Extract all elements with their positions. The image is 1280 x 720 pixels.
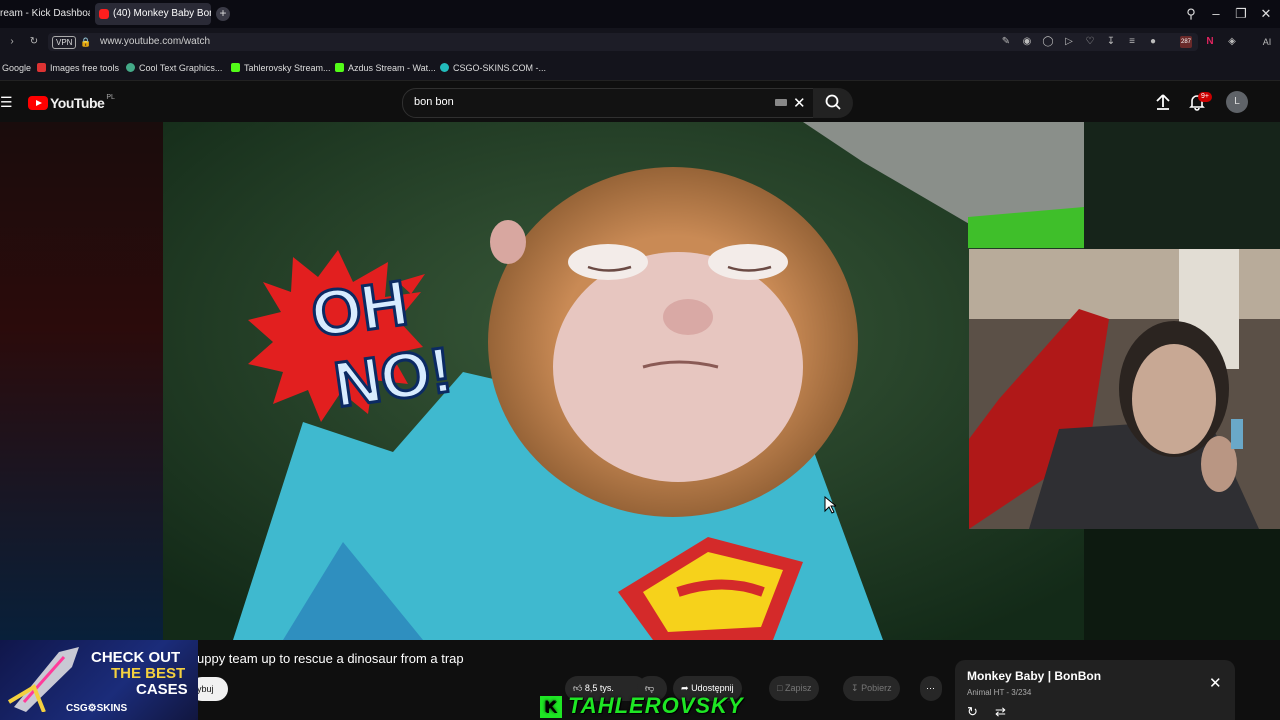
- edit-icon[interactable]: ✎: [1000, 36, 1012, 48]
- ai-button[interactable]: AI: [1256, 36, 1278, 48]
- video-player[interactable]: OH NO!: [163, 122, 1084, 640]
- kick-logo-icon: K: [540, 696, 562, 718]
- youtube-favicon-icon: [99, 9, 109, 19]
- avatar[interactable]: L: [1226, 91, 1248, 113]
- url-text[interactable]: www.youtube.com/watch: [100, 36, 210, 48]
- loop-icon[interactable]: ↻: [967, 704, 978, 720]
- bookmark-google[interactable]: Google: [2, 62, 31, 74]
- bookmark-favicon-icon: [126, 63, 135, 72]
- thumbs-down-icon: 👎︎: [645, 683, 655, 693]
- shield-icon[interactable]: ◯: [1042, 36, 1054, 48]
- menu-icon[interactable]: ≡: [1126, 36, 1138, 48]
- thumbs-up-icon: 👍︎: [573, 683, 583, 693]
- minimize-window-button[interactable]: –: [1208, 6, 1224, 21]
- download-icon: ↧: [851, 683, 859, 693]
- video-frame-monkey: OH NO!: [163, 122, 1084, 640]
- playlist-title[interactable]: Monkey Baby | BonBon: [967, 669, 1101, 683]
- tab-kick-dashboard[interactable]: ream - Kick Dashboard: [0, 3, 90, 25]
- kick-icon: [231, 63, 240, 72]
- ad-brand: CSG⚙SKINS: [66, 703, 128, 714]
- ambient-glow-left: [0, 122, 163, 640]
- address-bar: › ↻ VPN 🔒 www.youtube.com/watch ✎ ◉ ◯ ▷ …: [0, 28, 1280, 56]
- extension-n-icon[interactable]: N: [1204, 36, 1216, 48]
- download-icon[interactable]: ↧: [1105, 36, 1117, 48]
- close-icon[interactable]: ✕: [1209, 674, 1222, 692]
- share-icon: ➦: [681, 683, 689, 693]
- save-label: Zapisz: [784, 683, 812, 693]
- new-tab-button[interactable]: +: [216, 7, 230, 21]
- video-title: uppy team up to rescue a dinosaur from a…: [197, 651, 464, 666]
- search-input[interactable]: bon bon ✕: [402, 88, 814, 118]
- shuffle-icon[interactable]: ⇄: [995, 704, 1006, 720]
- tab-label: ream - Kick Dashboard: [0, 8, 90, 19]
- bookmark-csgo-skins[interactable]: CSGO-SKINS.COM -...: [440, 62, 546, 74]
- ad-line-1: CHECK OUT: [91, 649, 181, 666]
- streamer-name: TAHLEROVSKY: [568, 693, 744, 718]
- ad-line-3: CASES: [136, 681, 188, 698]
- hamburger-menu-icon[interactable]: ☰: [0, 94, 13, 111]
- youtube-header: ☰ YouTube PL bon bon ✕ 9+ L: [0, 81, 1280, 122]
- vpn-badge[interactable]: VPN: [52, 36, 77, 49]
- bookmark-cool-text[interactable]: Cool Text Graphics...: [126, 62, 222, 74]
- bookmark-azdus-stream[interactable]: Azdus Stream - Wat...: [335, 62, 436, 74]
- tab-label: (40) Monkey Baby Bon Bo: [113, 8, 211, 19]
- keyboard-icon[interactable]: [775, 99, 787, 106]
- profile-icon[interactable]: ●: [1147, 36, 1159, 48]
- more-icon: ⋯: [926, 683, 935, 693]
- close-window-button[interactable]: ✕: [1258, 6, 1274, 22]
- notification-badge: 9+: [1198, 92, 1212, 102]
- share-label: Udostępnij: [691, 683, 734, 693]
- download-label: Pobierz: [861, 683, 892, 693]
- search-tabs-icon[interactable]: ⚲: [1183, 6, 1199, 22]
- ad-line-2: THE BEST: [111, 665, 186, 682]
- restore-window-button[interactable]: ❐: [1233, 6, 1249, 22]
- youtube-logo[interactable]: YouTube PL: [28, 94, 115, 111]
- camera-icon[interactable]: ◉: [1021, 36, 1033, 48]
- bookmark-images-free-tools[interactable]: Images free tools: [37, 62, 119, 74]
- upload-icon[interactable]: [1154, 93, 1172, 111]
- browser-tab-bar: ream - Kick Dashboard (40) Monkey Baby B…: [0, 0, 1280, 28]
- tab-youtube-active[interactable]: (40) Monkey Baby Bon Bo: [95, 3, 211, 25]
- forward-icon[interactable]: ›: [6, 36, 18, 48]
- ambient-glow-right: [1084, 122, 1280, 249]
- search-button[interactable]: [813, 88, 853, 118]
- search-icon: [825, 94, 841, 110]
- mouse-cursor-icon: [824, 496, 836, 514]
- bookmark-icon: □: [777, 683, 783, 693]
- streamer-name-overlay: K TAHLEROVSKY: [540, 693, 744, 718]
- csgo-skins-ad: CHECK OUT THE BEST CASES CSG⚙SKINS: [0, 640, 198, 720]
- ambient-glow-right-bottom: [1084, 529, 1280, 640]
- lock-icon[interactable]: 🔒: [80, 37, 91, 48]
- heart-icon[interactable]: ♡: [1084, 36, 1096, 48]
- playlist-subtitle: Animal HT - 3/234: [967, 688, 1032, 697]
- knife-graphic-icon: [7, 647, 79, 712]
- clear-search-icon[interactable]: ✕: [793, 94, 806, 112]
- extension-cube-icon[interactable]: ◈: [1226, 36, 1238, 48]
- kick-icon: [335, 63, 344, 72]
- bookmark-favicon-icon: [37, 63, 46, 72]
- bookmark-tahlerovsky-stream[interactable]: Tahlerovsky Stream...: [231, 62, 331, 74]
- streamer-webcam: [969, 249, 1280, 529]
- webcam-feed-image: [969, 249, 1280, 529]
- download-button[interactable]: ↧ Pobierz: [843, 676, 900, 701]
- bookmarks-bar: Google Images free tools Cool Text Graph…: [0, 56, 1280, 81]
- like-count: 8,5 tys.: [584, 683, 614, 693]
- playlist-panel: Monkey Baby | BonBon Animal HT - 3/234 ✕…: [955, 660, 1235, 720]
- video-overlay-oh: OH: [307, 266, 412, 351]
- more-actions-button[interactable]: ⋯: [920, 676, 942, 701]
- extension-badge-icon[interactable]: 287: [1180, 36, 1192, 48]
- play-icon[interactable]: ▷: [1063, 36, 1075, 48]
- reload-icon[interactable]: ↻: [28, 36, 40, 48]
- save-button[interactable]: □ Zapisz: [769, 676, 820, 701]
- bookmark-favicon-icon: [440, 63, 449, 72]
- search-query: bon bon: [414, 96, 454, 108]
- youtube-play-icon: [28, 95, 48, 110]
